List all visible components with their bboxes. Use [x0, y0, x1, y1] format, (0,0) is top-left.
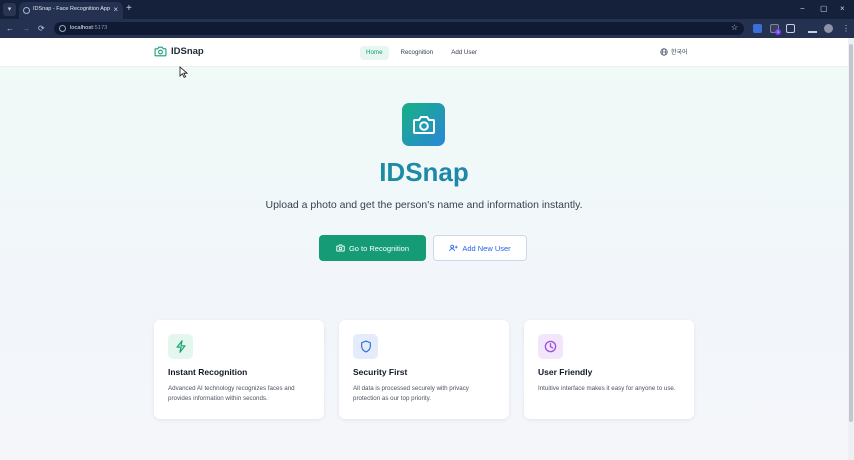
translate-icon[interactable]: [753, 24, 762, 33]
camera-icon: [336, 244, 345, 252]
globe-icon: [23, 7, 30, 14]
camera-icon: [412, 115, 435, 134]
lightning-icon: [168, 334, 193, 359]
tab-title: IDSnap - Face Recognition App: [33, 6, 111, 12]
globe-icon: [660, 47, 668, 56]
new-tab-button[interactable]: +: [126, 3, 132, 15]
extension-icon[interactable]: 1: [770, 24, 781, 35]
extension-badge: 1: [775, 29, 781, 35]
hero-subtitle: Upload a photo and get the person's name…: [265, 199, 583, 211]
scrollbar-thumb[interactable]: [849, 44, 853, 422]
reload-button[interactable]: ⟳: [38, 23, 45, 34]
feature-title: Security First: [353, 367, 408, 377]
add-new-user-button[interactable]: Add New User: [433, 235, 527, 261]
main-nav: Home Recognition Add User: [360, 46, 483, 60]
app-header: IDSnap Home Recognition Add User 한국어: [0, 38, 848, 67]
bookmark-star-icon[interactable]: ☆: [731, 23, 738, 33]
browser-toolbar: ← → ⟳ localhost:5173 ☆ 1 ⋮: [0, 19, 854, 38]
go-to-recognition-label: Go to Recognition: [348, 243, 410, 253]
puzzle-icon[interactable]: [786, 24, 795, 33]
page-viewport: IDSnap Home Recognition Add User 한국어 IDS…: [0, 38, 848, 460]
go-to-recognition-button[interactable]: Go to Recognition: [319, 235, 426, 261]
page-scrollbar[interactable]: [848, 38, 854, 460]
mouse-cursor-icon: [179, 66, 188, 78]
close-window-button[interactable]: ×: [840, 4, 845, 14]
hero-camera-badge: [402, 103, 445, 146]
feature-description: Intuitive interface makes it easy for an…: [538, 385, 676, 392]
nav-home[interactable]: Home: [360, 46, 389, 60]
back-button[interactable]: ←: [6, 23, 14, 34]
add-new-user-label: Add New User: [462, 243, 511, 253]
browser-tab[interactable]: IDSnap - Face Recognition App ×: [19, 2, 123, 19]
browser-menu-kebab[interactable]: ⋮: [842, 23, 850, 34]
nav-add-user[interactable]: Add User: [445, 46, 483, 60]
clock-icon: [538, 334, 563, 359]
url-port: :5173: [92, 25, 108, 31]
browser-tabstrip: ▾ IDSnap - Face Recognition App × + − ▢ …: [0, 0, 854, 19]
feature-description: All data is processed securely with priv…: [353, 385, 469, 402]
forward-button[interactable]: →: [22, 23, 30, 34]
feature-card-security-first: Security First All data is processed sec…: [339, 320, 509, 419]
tab-search-button[interactable]: ▾: [3, 3, 16, 16]
profile-avatar[interactable]: [824, 24, 833, 33]
logo-text: IDSnap: [171, 46, 204, 57]
feature-card-user-friendly: User Friendly Intuitive interface makes …: [524, 320, 694, 419]
tab-close-icon[interactable]: ×: [113, 5, 118, 15]
nav-recognition[interactable]: Recognition: [395, 46, 440, 60]
feature-description: Advanced AI technology recognizes faces …: [168, 385, 295, 402]
feature-card-instant-recognition: Instant Recognition Advanced AI technolo…: [154, 320, 324, 419]
user-plus-icon: [449, 244, 458, 252]
shield-icon: [353, 334, 378, 359]
maximize-button[interactable]: ▢: [820, 4, 828, 14]
download-icon[interactable]: [808, 24, 817, 33]
feature-title: User Friendly: [538, 367, 593, 377]
hero-title: IDSnap: [0, 157, 848, 188]
minimize-button[interactable]: −: [800, 4, 805, 14]
camera-icon: [154, 46, 167, 57]
url-host: localhost: [70, 25, 93, 31]
language-label: 한국어: [671, 50, 688, 56]
url-text: localhost:5173: [70, 25, 107, 31]
logo[interactable]: IDSnap: [154, 46, 204, 57]
language-switcher[interactable]: 한국어: [660, 47, 688, 56]
address-bar[interactable]: localhost:5173 ☆: [54, 22, 744, 35]
feature-title: Instant Recognition: [168, 367, 248, 377]
site-info-icon[interactable]: [59, 25, 66, 32]
